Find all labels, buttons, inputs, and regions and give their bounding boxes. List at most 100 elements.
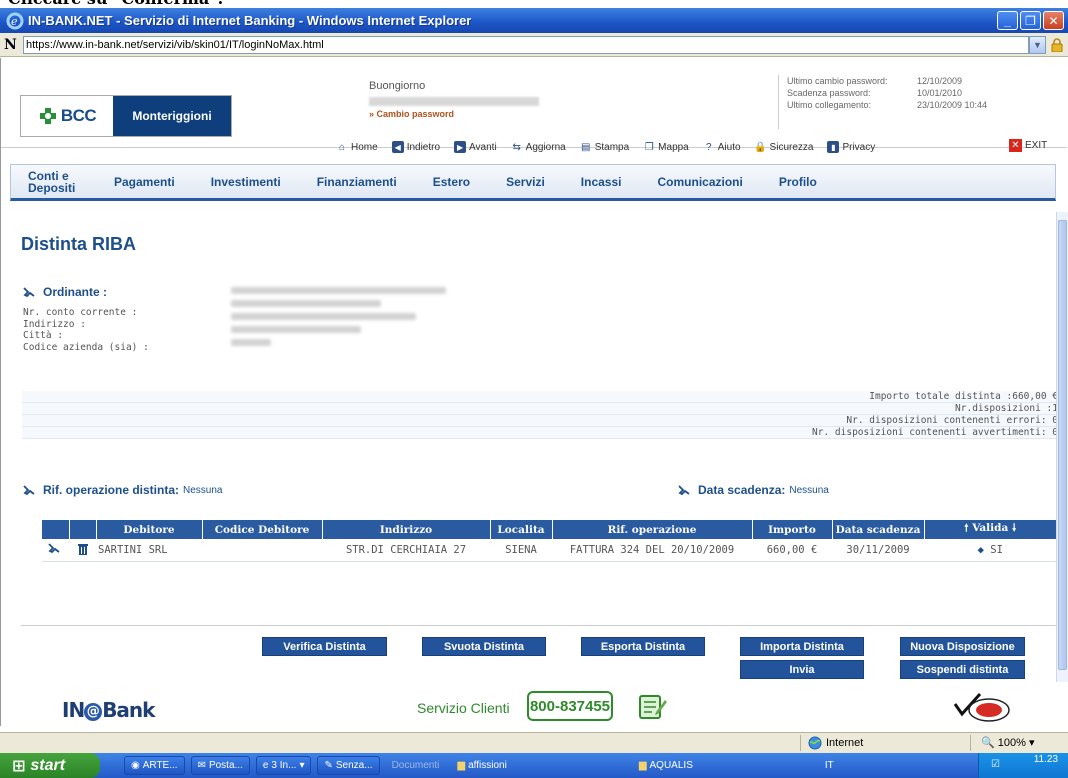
verisign-secured-icon[interactable] xyxy=(951,690,1011,726)
nav-pagamenti[interactable]: Pagamenti xyxy=(114,176,175,188)
nav-servizi[interactable]: Servizi xyxy=(506,176,545,188)
invia-button[interactable]: Invia xyxy=(740,660,864,679)
start-button[interactable]: ⊞ start xyxy=(0,753,100,778)
taskbar-item[interactable]: e3 In... ▾ xyxy=(255,756,312,775)
greeting-block: Buongiorno » Cambio password xyxy=(369,80,539,119)
site-toolbar: ⌂ Home ◀ Indietro ▶ Avanti ⇆ Aggiorna ▤ Stamp… xyxy=(336,139,875,155)
sospendi-distinta-button[interactable]: Sospendi distinta xyxy=(900,660,1025,679)
close-button[interactable]: ✕ xyxy=(1043,11,1064,30)
header-data-scadenza[interactable]: Data scadenza xyxy=(832,520,925,539)
task-label: 3 In... xyxy=(271,760,297,771)
esporta-distinta-button[interactable]: Esporta Distinta xyxy=(581,637,705,656)
exit-link[interactable]: ✕ EXIT xyxy=(1009,139,1047,152)
taskbar-item[interactable]: Documenti xyxy=(386,756,446,775)
header-indirizzo[interactable]: Indirizzo xyxy=(322,520,491,539)
system-tray: ☑ 11.23 xyxy=(978,753,1068,778)
ordinante-fields: Nr. conto corrente : Indirizzo : Città :… xyxy=(23,307,149,353)
map-label: Mappa xyxy=(658,141,689,153)
debitori-table: Debitore Codice Debitore Indirizzo Local… xyxy=(42,520,1057,562)
field-citta: Città : xyxy=(23,330,64,341)
back-label: Indietro xyxy=(406,141,441,153)
summary-errori: Nr. disposizioni contenenti errori: 0 xyxy=(22,415,1059,427)
table-header-row: Debitore Codice Debitore Indirizzo Local… xyxy=(42,520,1057,539)
taskbar-item[interactable]: ✉ Posta... xyxy=(190,756,250,775)
taskbar-item[interactable]: ▆ affissioni xyxy=(451,756,512,775)
tray-icon[interactable]: ☑ xyxy=(991,759,1000,770)
header-valida[interactable]: 🠕 Valida 🠗 xyxy=(924,520,1057,539)
svuota-distinta-button[interactable]: Svuota Distinta xyxy=(422,637,546,656)
ordinante-heading: Ordinante : xyxy=(23,285,107,299)
info-label: Scadenza password: xyxy=(787,88,871,98)
field-indirizzo: Indirizzo : xyxy=(23,318,86,330)
header-importo[interactable]: Importo xyxy=(752,520,833,539)
url-dropdown-icon[interactable]: ▼ xyxy=(1029,35,1046,54)
address-bar: N https://www.in-bank.net/servizi/vib/sk… xyxy=(0,33,1068,57)
maximize-button[interactable]: ❐ xyxy=(1020,11,1041,30)
nav-profilo[interactable]: Profilo xyxy=(779,176,817,188)
page-scrollbar[interactable] xyxy=(1056,212,1068,682)
cell-localita: SIENA xyxy=(490,539,552,562)
cell-debitore: SARTINI SRL xyxy=(96,539,202,562)
edit-row-cell[interactable] xyxy=(42,539,69,562)
delete-row-cell[interactable] xyxy=(69,539,96,562)
cell-valida: ◆ SI xyxy=(924,539,1057,562)
nuova-disposizione-button[interactable]: Nuova Disposizione xyxy=(900,637,1025,656)
bank-logo[interactable]: BCC Monteriggioni xyxy=(20,95,232,137)
lock-icon[interactable] xyxy=(1046,36,1068,54)
summary-importo: Importo totale distinta :660,00 € xyxy=(22,391,1059,403)
page-viewport: BCC Monteriggioni Buongiorno » Cambio pa… xyxy=(0,58,1068,726)
back-link[interactable]: ◀ Indietro xyxy=(391,141,441,153)
password-info: Ultimo cambio password: 12/10/2009 Scaden… xyxy=(778,75,1063,129)
forward-link[interactable]: ▶ Avanti xyxy=(454,141,497,153)
change-password-link[interactable]: » Cambio password xyxy=(369,109,539,119)
help-icon: ? xyxy=(705,141,712,153)
zoom-level[interactable]: 🔍 100% ▾ xyxy=(981,736,1034,749)
nav-incassi[interactable]: Incassi xyxy=(581,176,622,188)
field-codice-azienda: Codice azienda (sia) : xyxy=(23,341,149,353)
scroll-thumb[interactable] xyxy=(1058,220,1067,670)
nav-conti-depositi[interactable]: Conti e Depositi xyxy=(28,170,78,194)
taskbar-item[interactable]: ◉ ARTE... xyxy=(124,756,185,775)
info-value: 10/01/2010 xyxy=(917,88,963,98)
task-label: AQUALIS xyxy=(649,760,693,771)
url-field[interactable]: https://www.in-bank.net/servizi/vib/skin… xyxy=(23,35,1029,54)
home-label: Home xyxy=(351,141,378,153)
home-link[interactable]: ⌂ Home xyxy=(336,141,378,153)
header-codice-debitore[interactable]: Codice Debitore xyxy=(202,520,323,539)
security-link[interactable]: 🔒 Sicurezza xyxy=(754,141,813,153)
header-rif-operazione[interactable]: Rif. operazione xyxy=(552,520,753,539)
header-localita[interactable]: Localita xyxy=(490,520,553,539)
task-label: Posta... xyxy=(208,760,243,771)
taskbar-item[interactable]: ▆ AQUALIS xyxy=(633,756,699,775)
help-link[interactable]: ? Aiuto xyxy=(703,141,741,153)
nav-estero[interactable]: Estero xyxy=(433,176,470,188)
scadenza-label: Data scadenza: xyxy=(698,483,786,497)
taskbar-item[interactable]: ✎ Senza... xyxy=(317,756,380,775)
nav-finanziamenti[interactable]: Finanziamenti xyxy=(317,176,397,188)
header-debitore[interactable]: Debitore xyxy=(96,520,203,539)
data-scadenza[interactable]: Data scadenza: Nessuna xyxy=(678,483,829,497)
header-edit xyxy=(42,520,70,539)
notepad-icon[interactable] xyxy=(638,692,668,720)
print-link[interactable]: ▤ Stampa xyxy=(580,141,629,153)
privacy-link[interactable]: ▮ Privacy xyxy=(827,141,875,153)
task-label: Senza... xyxy=(335,760,373,771)
rif-operazione[interactable]: Rif. operazione distinta: Nessuna xyxy=(23,483,222,497)
nav-investimenti[interactable]: Investimenti xyxy=(211,176,281,188)
refresh-link[interactable]: ⇆ Aggiorna xyxy=(511,141,565,153)
cell-scadenza: 30/11/2009 xyxy=(832,539,924,562)
task-label: Documenti xyxy=(391,760,440,771)
lang-label: IT xyxy=(824,760,834,771)
diamond-icon: ◆ xyxy=(977,543,984,556)
info-value: 12/10/2009 xyxy=(917,76,963,86)
importa-distinta-button[interactable]: Importa Distinta xyxy=(740,637,864,656)
language-indicator[interactable]: IT xyxy=(819,756,840,775)
task-label: affissioni xyxy=(468,760,507,771)
verifica-distinta-button[interactable]: Verifica Distinta xyxy=(262,637,387,656)
print-label: Stampa xyxy=(594,141,630,153)
map-link[interactable]: ❐ Mappa xyxy=(643,141,689,153)
privacy-label: Privacy xyxy=(842,141,876,153)
nav-comunicazioni[interactable]: Comunicazioni xyxy=(658,176,743,188)
minimize-button[interactable]: _ xyxy=(997,11,1018,30)
user-name-redacted xyxy=(369,97,539,106)
